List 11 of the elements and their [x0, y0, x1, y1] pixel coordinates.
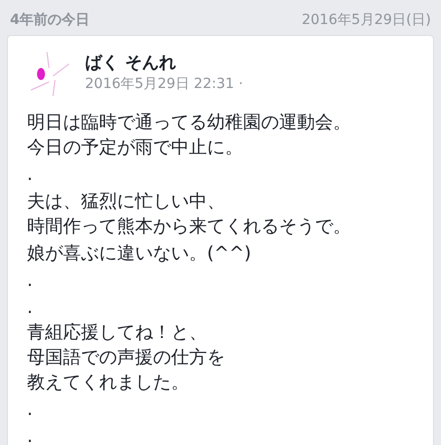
- post-paragraph: .: [27, 425, 34, 445]
- post-paragraph: 明日は臨時で通ってる幼稚園の運動会。 今日の予定が雨で中止に。: [27, 111, 352, 160]
- post-paragraph: .: [27, 163, 34, 187]
- section-title: 4年前の今日: [10, 11, 90, 30]
- post-paragraph: 夫は、猛烈に忙しい中、 時間作って熊本から来てくれるそうで。: [27, 190, 352, 239]
- post-paragraph: . 青組応援してね！と、 母国語での声援の仕方を 教えてくれました。: [27, 296, 226, 395]
- post-paragraph: .: [27, 269, 34, 293]
- post-paragraph: 娘が喜ぶに違いない。(^^): [27, 242, 252, 266]
- post-paragraph: .: [27, 398, 34, 422]
- author-name[interactable]: ばく そんれ: [85, 52, 244, 74]
- date-label: 2016年5月29日(日): [302, 11, 431, 30]
